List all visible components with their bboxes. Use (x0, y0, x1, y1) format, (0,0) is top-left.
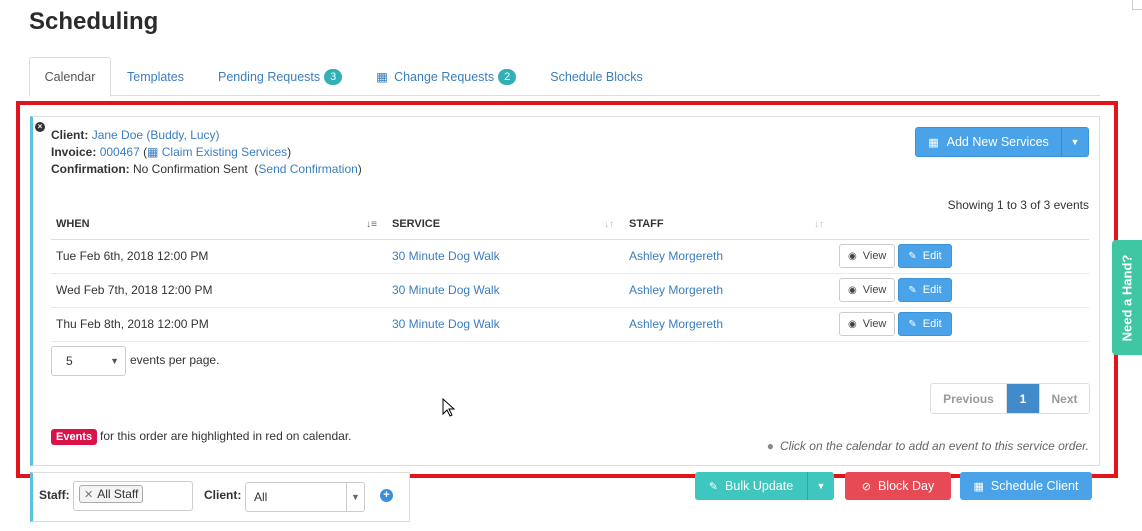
tab-label: Calendar (44, 70, 96, 84)
edit-icon: ✎ (708, 480, 719, 493)
bulk-update-main[interactable]: ✎ Bulk Update (695, 472, 808, 500)
staff-filter-tag[interactable]: ✕ All Staff (79, 485, 144, 503)
bulk-update-label: Bulk Update (725, 479, 794, 493)
staff-filter-label: Staff: (39, 488, 70, 502)
tab-label: Schedule Blocks (550, 69, 643, 84)
mouse-cursor-icon (442, 398, 456, 417)
add-filter-icon[interactable]: + (380, 489, 393, 502)
schedule-client-button[interactable]: ▦ Schedule Client (960, 472, 1092, 500)
tab-bar: Calendar Templates Pending Requests 3 ▦ Ch… (29, 57, 1100, 97)
count-badge: 2 (498, 68, 517, 85)
remove-tag-icon[interactable]: ✕ (84, 489, 93, 501)
client-filter-value: All (254, 490, 268, 504)
schedule-client-label: Schedule Client (990, 479, 1079, 493)
block-day-button[interactable]: ⊘ Block Day (845, 472, 951, 500)
highlight-frame (16, 101, 1118, 478)
tab-templates[interactable]: Templates (111, 57, 200, 96)
tab-calendar[interactable]: Calendar (29, 57, 111, 97)
block-day-label: Block Day (877, 479, 935, 493)
tab-schedule-blocks[interactable]: Schedule Blocks (532, 57, 658, 96)
client-filter-label: Client: (204, 488, 242, 502)
ban-icon: ⊘ (861, 480, 871, 493)
help-tab-label: Need a Hand? (1119, 254, 1135, 341)
tab-change-requests[interactable]: ▦ Change Requests 2 (358, 57, 532, 96)
chevron-down-icon: ▼ (346, 483, 364, 511)
count-badge: 3 (324, 68, 343, 85)
tab-label: Templates (127, 69, 184, 84)
calendar-icon: ▦ (376, 70, 389, 84)
page-title: Scheduling (29, 8, 159, 35)
client-filter-select[interactable]: All ▼ (245, 482, 365, 512)
bulk-update-button[interactable]: ✎ Bulk Update ▼ (695, 472, 834, 500)
calendar-icon: ▦ (973, 480, 984, 493)
tab-pending-requests[interactable]: Pending Requests 3 (200, 57, 358, 96)
chevron-down-icon[interactable]: ▼ (808, 481, 834, 491)
corner-mark (1132, 0, 1142, 10)
tab-label: Pending Requests (217, 69, 321, 84)
tab-label: Change Requests (394, 69, 495, 84)
help-tab[interactable]: Need a Hand? (1112, 240, 1142, 355)
staff-tag-label: All Staff (97, 487, 139, 501)
